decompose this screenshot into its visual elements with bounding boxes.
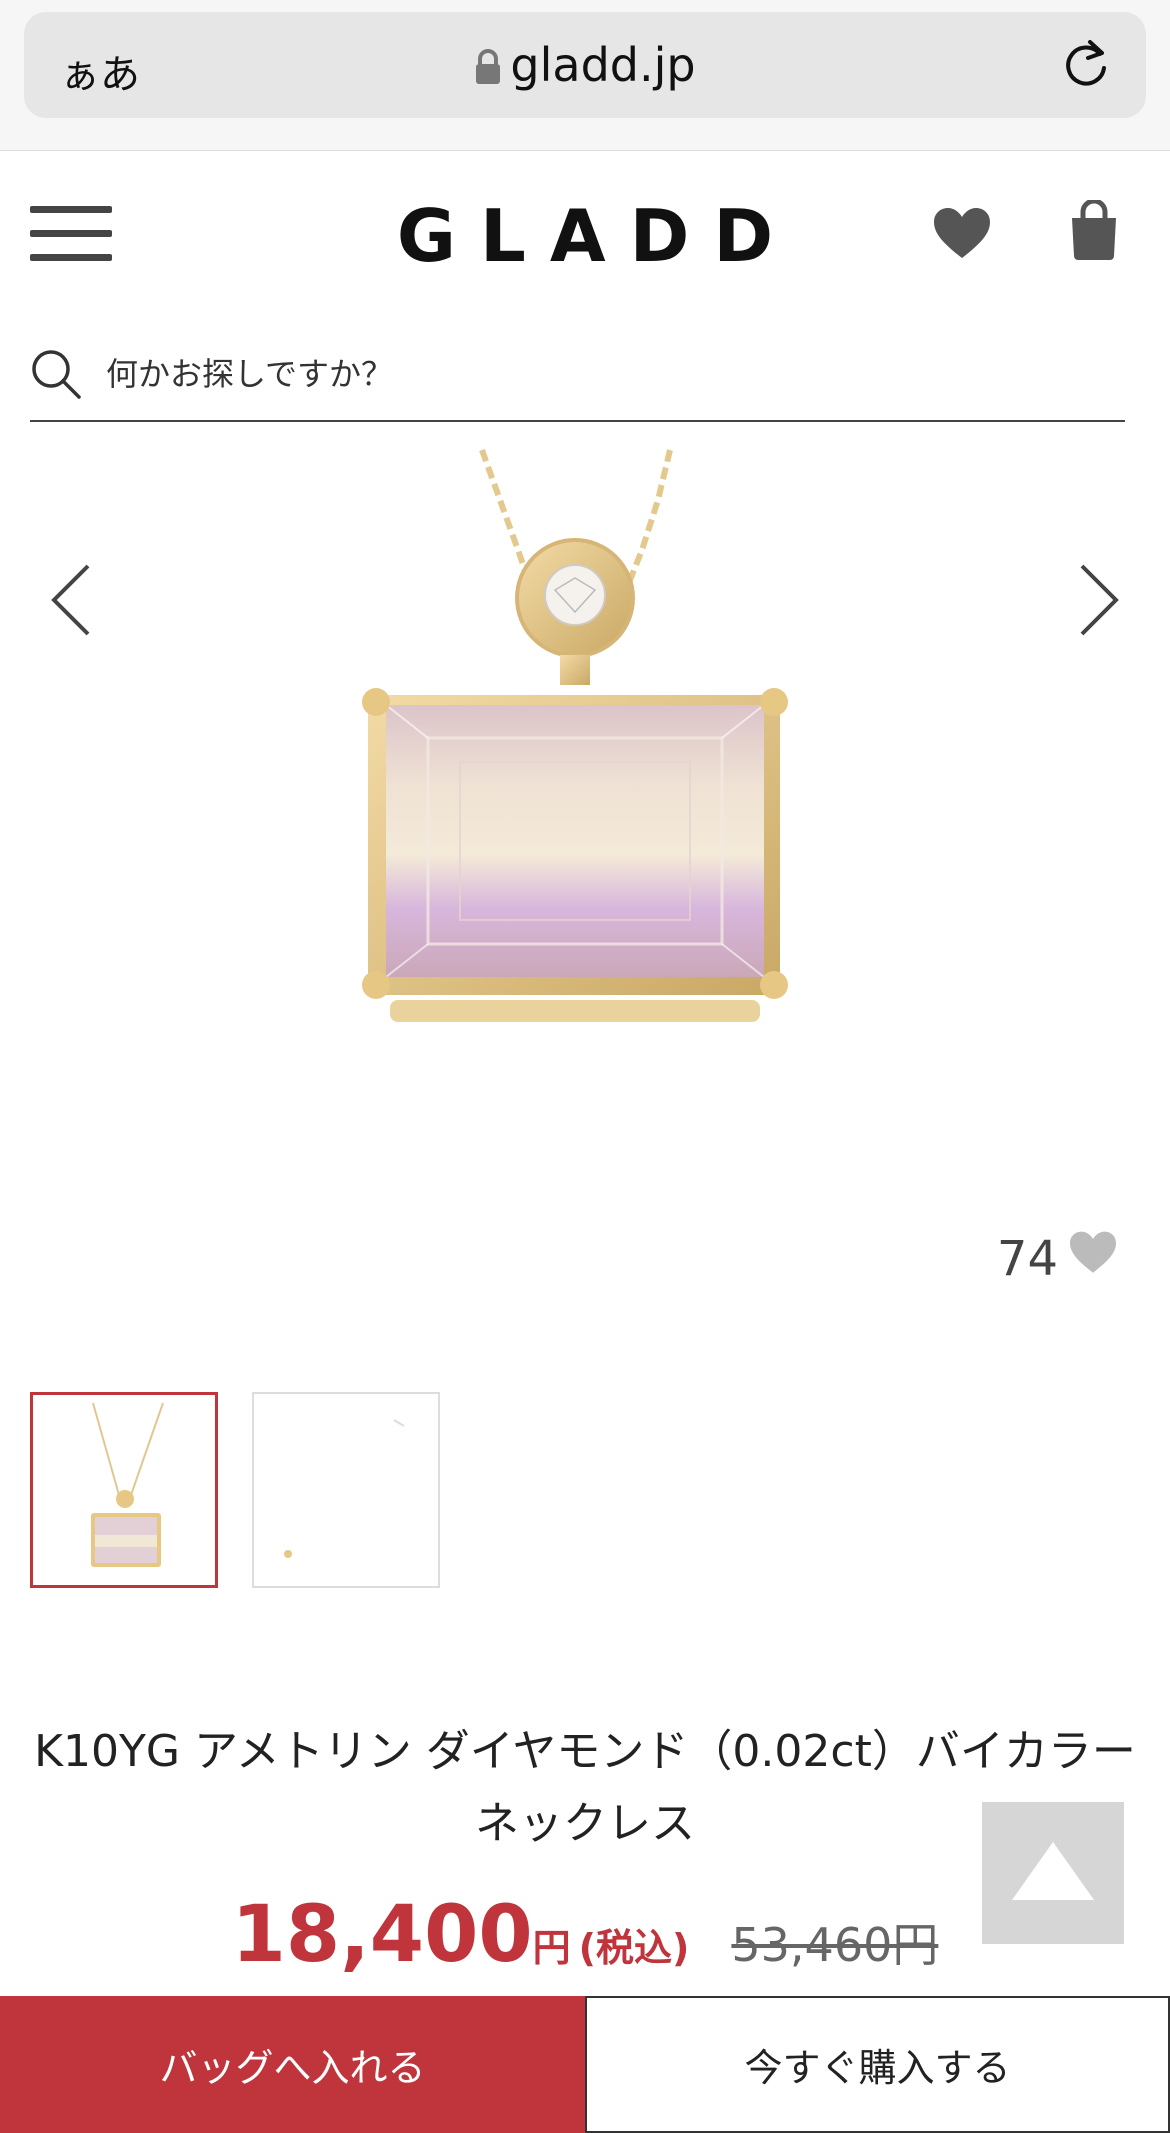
url-pill[interactable]: ぁあ gladd.jp [24, 12, 1146, 118]
like-counter[interactable]: 74 [997, 1230, 1118, 1288]
heart-icon[interactable] [932, 206, 992, 266]
product-main-image[interactable] [250, 440, 900, 1120]
heart-icon [1068, 1230, 1118, 1288]
original-price: 53,460円 [731, 1918, 939, 1972]
price-unit: 円 [532, 1926, 571, 1970]
thumbnail-2[interactable] [252, 1392, 440, 1588]
tax-label: (税込) [578, 1926, 690, 1970]
browser-address-bar: ぁあ gladd.jp [0, 0, 1170, 151]
url-display[interactable]: gladd.jp [24, 38, 1146, 96]
sale-price: 18,400 [231, 1890, 533, 1980]
chevron-left-icon[interactable] [40, 560, 100, 640]
search-bar [30, 330, 1125, 422]
search-input[interactable] [104, 348, 1008, 400]
like-count: 74 [996, 1231, 1058, 1287]
shopping-bag-icon[interactable] [1068, 198, 1120, 266]
site-logo[interactable]: GLADD [0, 194, 1170, 278]
search-icon[interactable] [30, 348, 82, 404]
add-to-bag-button[interactable]: バッグへ入れる [0, 1996, 585, 2133]
url-text: gladd.jp [510, 38, 696, 92]
chevron-right-icon[interactable] [1070, 560, 1130, 640]
site-header: GLADD [0, 150, 1170, 320]
buy-now-button[interactable]: 今すぐ購入する [585, 1996, 1170, 2133]
scroll-to-top-button[interactable] [982, 1802, 1124, 1944]
thumbnail-1[interactable] [30, 1392, 218, 1588]
product-title: K10YG アメトリン ダイヤモンド（0.02ct）バイカラー ネックレス [34, 1726, 1136, 1849]
reload-icon[interactable] [1060, 36, 1112, 96]
lock-icon [474, 42, 502, 96]
